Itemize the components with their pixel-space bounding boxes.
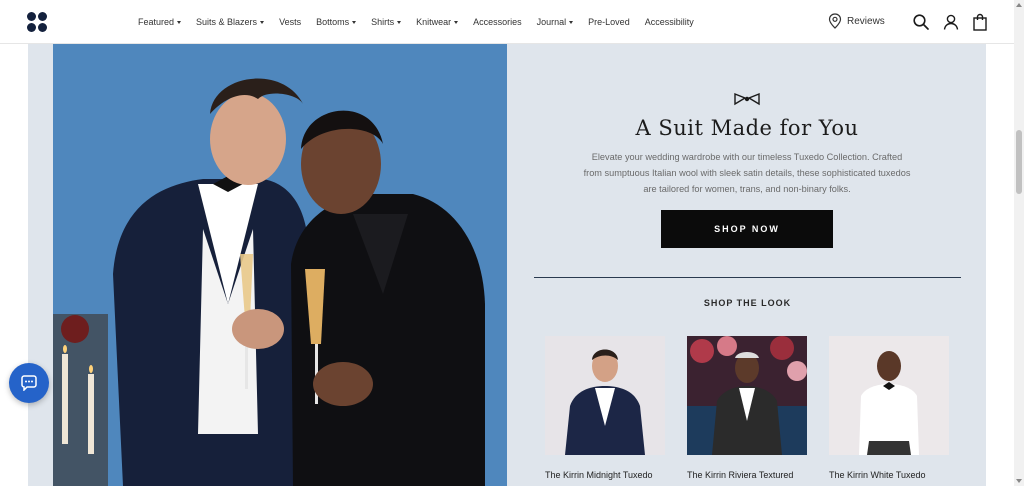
product-name[interactable]: The Kirrin Riviera Textured xyxy=(687,470,807,480)
nav-label: Accessories xyxy=(473,17,522,27)
location-pin-icon xyxy=(828,13,842,29)
nav-label: Knitwear xyxy=(416,17,452,27)
product-name[interactable]: The Kirrin Midnight Tuxedo xyxy=(545,470,665,480)
nav-bottoms[interactable]: Bottoms xyxy=(316,17,357,27)
hero-description: Elevate your wedding wardrobe with our t… xyxy=(583,152,911,194)
product-image[interactable] xyxy=(687,336,807,455)
nav-label: Pre-Loved xyxy=(588,17,630,27)
product-card[interactable]: The Kirrin Riviera Textured xyxy=(687,336,807,480)
nav-accessibility[interactable]: Accessibility xyxy=(645,17,694,27)
product-card[interactable]: The Kirrin White Tuxedo xyxy=(829,336,949,480)
nav-label: Vests xyxy=(279,17,302,27)
product-name[interactable]: The Kirrin White Tuxedo xyxy=(829,470,949,480)
account-icon[interactable] xyxy=(942,13,960,31)
shop-the-look-title: SHOP THE LOOK xyxy=(703,298,792,308)
chat-button[interactable] xyxy=(9,363,49,403)
nav-knitwear[interactable]: Knitwear xyxy=(416,17,459,27)
bag-icon[interactable] xyxy=(971,13,989,31)
nav-featured[interactable]: Featured xyxy=(138,17,182,27)
main-nav: Featured Suits & Blazers Vests Bottoms S… xyxy=(138,0,709,44)
scrollbar-thumb[interactable] xyxy=(1016,130,1022,194)
chevron-down-icon xyxy=(260,20,265,24)
reviews-label: Reviews xyxy=(847,15,885,27)
nav-label: Accessibility xyxy=(644,17,694,27)
nav-accessories[interactable]: Accessories xyxy=(473,17,522,27)
chevron-down-icon xyxy=(177,20,182,24)
shop-now-button[interactable]: SHOP NOW xyxy=(661,210,833,248)
product-image[interactable] xyxy=(829,336,949,455)
nav-label: Journal xyxy=(536,17,567,27)
chevron-down-icon xyxy=(352,20,357,24)
nav-vests[interactable]: Vests xyxy=(279,17,301,27)
section-divider xyxy=(534,277,961,278)
hero-headline: A Suit Made for You xyxy=(635,116,859,140)
nav-shirts[interactable]: Shirts xyxy=(371,17,402,27)
search-icon[interactable] xyxy=(912,13,930,31)
chevron-down-icon xyxy=(454,20,459,24)
nav-label: Suits & Blazers xyxy=(196,17,258,27)
nav-label: Bottoms xyxy=(316,17,350,27)
page: Featured Suits & Blazers Vests Bottoms S… xyxy=(0,0,1024,486)
reviews-link[interactable]: Reviews xyxy=(828,13,885,29)
chevron-down-icon xyxy=(569,20,574,24)
page-scrollbar[interactable] xyxy=(1014,0,1024,486)
scroll-down-icon[interactable] xyxy=(1016,479,1022,483)
hero-image xyxy=(53,44,507,486)
product-image[interactable] xyxy=(545,336,665,455)
scroll-up-icon[interactable] xyxy=(1016,3,1022,7)
nav-journal[interactable]: Journal xyxy=(537,17,574,27)
brand-logo-icon[interactable] xyxy=(27,12,47,32)
product-card[interactable]: The Kirrin Midnight Tuxedo xyxy=(545,336,665,480)
bowtie-icon xyxy=(734,92,760,106)
nav-pre-loved[interactable]: Pre-Loved xyxy=(588,17,630,27)
site-header: Featured Suits & Blazers Vests Bottoms S… xyxy=(0,0,1014,44)
chat-bubble-icon xyxy=(21,375,37,391)
chevron-down-icon xyxy=(397,20,402,24)
nav-label: Featured xyxy=(138,17,175,27)
hero-illustration xyxy=(53,44,507,486)
nav-suits-blazers[interactable]: Suits & Blazers xyxy=(196,17,265,27)
nav-label: Shirts xyxy=(371,17,395,27)
